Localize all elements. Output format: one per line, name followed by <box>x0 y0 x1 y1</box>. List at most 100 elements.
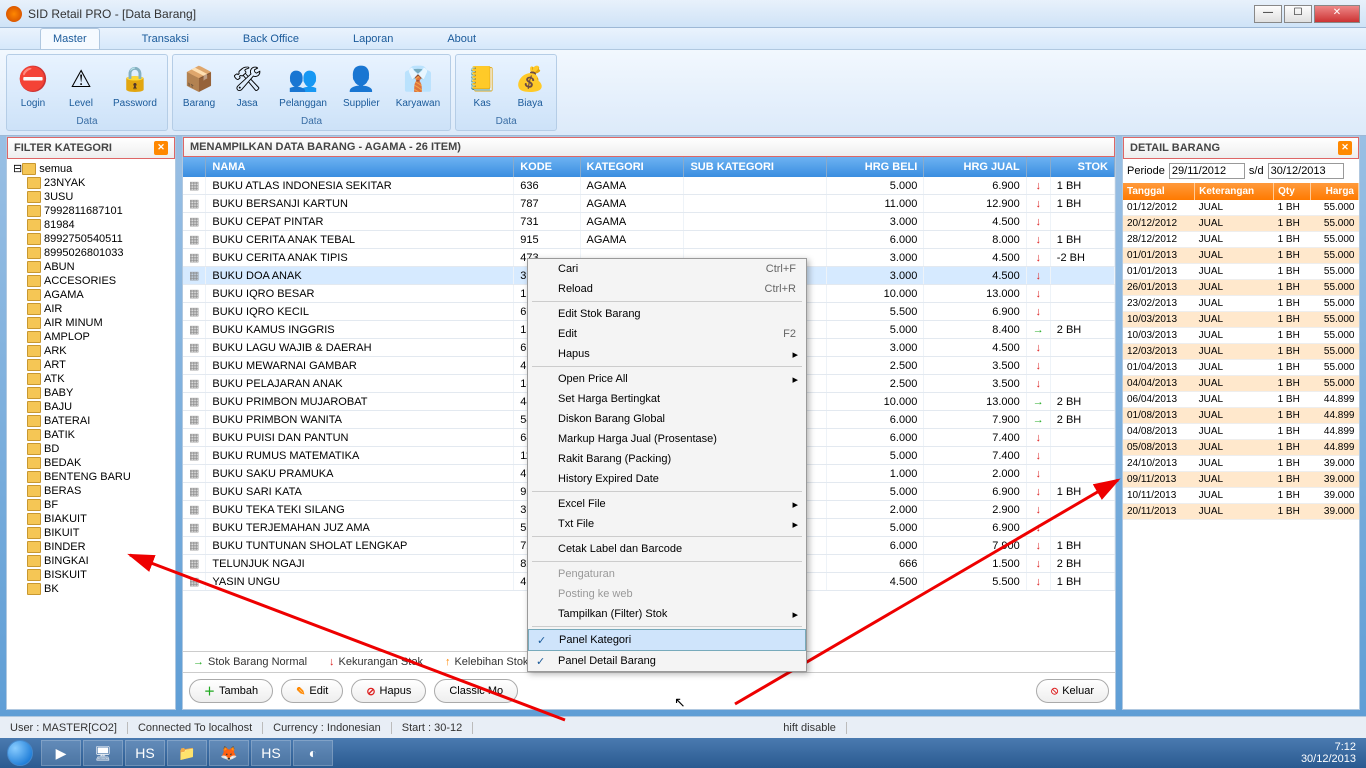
tree-node[interactable]: BISKUIT <box>9 568 173 582</box>
tree-node[interactable]: 81984 <box>9 218 173 232</box>
maximize-button[interactable]: ☐ <box>1284 5 1312 23</box>
ribbon-login-button[interactable]: ⛔Login <box>9 57 57 115</box>
menu-tab-master[interactable]: Master <box>40 28 100 49</box>
ribbon-level-button[interactable]: ⚠Level <box>57 57 105 115</box>
hapus-button[interactable]: ⊘Hapus <box>351 679 426 703</box>
detail-row[interactable]: 01/12/2012JUAL1 BH55.000 <box>1123 200 1359 216</box>
taskbar-app-6[interactable]: HS <box>251 740 291 766</box>
detail-row[interactable]: 12/03/2013JUAL1 BH55.000 <box>1123 344 1359 360</box>
tree-node[interactable]: BIAKUIT <box>9 512 173 526</box>
tree-node[interactable]: BINDER <box>9 540 173 554</box>
ctx-edit-stok-barang[interactable]: Edit Stok Barang <box>528 304 806 324</box>
detail-row[interactable]: 01/01/2013JUAL1 BH55.000 <box>1123 264 1359 280</box>
tree-node[interactable]: ABUN <box>9 260 173 274</box>
detail-grid[interactable]: TanggalKeteranganQtyHarga01/12/2012JUAL1… <box>1123 183 1359 520</box>
table-row[interactable]: ▦BUKU CEPAT PINTAR731AGAMA3.0004.500↓ <box>183 213 1115 231</box>
ctx-panel-detail-barang[interactable]: Panel Detail Barang <box>528 651 806 671</box>
taskbar-app-4[interactable]: 📁 <box>167 740 207 766</box>
tree-node[interactable]: BEDAK <box>9 456 173 470</box>
ctx-tampilkan-filter-stok[interactable]: Tampilkan (Filter) Stok <box>528 604 806 624</box>
ctx-edit[interactable]: EditF2 <box>528 324 806 344</box>
ctx-reload[interactable]: ReloadCtrl+R <box>528 279 806 299</box>
tree-node[interactable]: 7992811687101 <box>9 204 173 218</box>
tree-node[interactable]: ACCESORIES <box>9 274 173 288</box>
ribbon-jasa-button[interactable]: 🛠Jasa <box>223 57 271 115</box>
tree-node[interactable]: AIR MINUM <box>9 316 173 330</box>
tree-node[interactable]: AGAMA <box>9 288 173 302</box>
ctx-cetak-label-dan-barcode[interactable]: Cetak Label dan Barcode <box>528 539 806 559</box>
ribbon-password-button[interactable]: 🔒Password <box>105 57 165 115</box>
tree-node[interactable]: BATERAI <box>9 414 173 428</box>
detail-row[interactable]: 24/10/2013JUAL1 BH39.000 <box>1123 456 1359 472</box>
ribbon-pelanggan-button[interactable]: 👥Pelanggan <box>271 57 335 115</box>
detail-row[interactable]: 23/02/2013JUAL1 BH55.000 <box>1123 296 1359 312</box>
ctx-hapus[interactable]: Hapus <box>528 344 806 364</box>
tree-node[interactable]: BENTENG BARU <box>9 470 173 484</box>
menu-tab-laporan[interactable]: Laporan <box>341 29 405 49</box>
table-row[interactable]: ▦BUKU ATLAS INDONESIA SEKITAR636AGAMA5.0… <box>183 177 1115 195</box>
taskbar-app-7[interactable]: ◐ <box>293 740 333 766</box>
detail-row[interactable]: 10/03/2013JUAL1 BH55.000 <box>1123 328 1359 344</box>
tree-node[interactable]: BABY <box>9 386 173 400</box>
detail-row[interactable]: 10/03/2013JUAL1 BH55.000 <box>1123 312 1359 328</box>
tree-node[interactable]: ATK <box>9 372 173 386</box>
table-row[interactable]: ▦BUKU CERITA ANAK TEBAL915AGAMA6.0008.00… <box>183 231 1115 249</box>
periode-to-input[interactable] <box>1268 163 1344 179</box>
system-tray[interactable]: 7:12 30/12/2013 <box>1291 741 1366 765</box>
ribbon-karyawan-button[interactable]: 👔Karyawan <box>388 57 448 115</box>
taskbar-app-5[interactable]: 🦊 <box>209 740 249 766</box>
filter-close-icon[interactable]: ✕ <box>154 141 168 155</box>
ctx-open-price-all[interactable]: Open Price All <box>528 369 806 389</box>
ctx-excel-file[interactable]: Excel File <box>528 494 806 514</box>
start-button[interactable] <box>0 738 40 768</box>
detail-row[interactable]: 05/08/2013JUAL1 BH44.899 <box>1123 440 1359 456</box>
detail-row[interactable]: 04/08/2013JUAL1 BH44.899 <box>1123 424 1359 440</box>
tree-node[interactable]: 23NYAK <box>9 176 173 190</box>
menu-tab-about[interactable]: About <box>435 29 488 49</box>
detail-grid-container[interactable]: TanggalKeteranganQtyHarga01/12/2012JUAL1… <box>1123 183 1359 709</box>
ctx-panel-kategori[interactable]: Panel Kategori <box>528 629 806 651</box>
table-row[interactable]: ▦BUKU BERSANJI KARTUN787AGAMA11.00012.90… <box>183 195 1115 213</box>
detail-row[interactable]: 04/04/2013JUAL1 BH55.000 <box>1123 376 1359 392</box>
tree-node[interactable]: BD <box>9 442 173 456</box>
ribbon-barang-button[interactable]: 📦Barang <box>175 57 223 115</box>
ctx-cari[interactable]: CariCtrl+F <box>528 259 806 279</box>
periode-from-input[interactable] <box>1169 163 1245 179</box>
keluar-button[interactable]: ⦸Keluar <box>1036 679 1109 703</box>
detail-row[interactable]: 01/08/2013JUAL1 BH44.899 <box>1123 408 1359 424</box>
ctx-diskon-barang-global[interactable]: Diskon Barang Global <box>528 409 806 429</box>
detail-row[interactable]: 06/04/2013JUAL1 BH44.899 <box>1123 392 1359 408</box>
tree-root[interactable]: ⊟ semua <box>9 161 173 176</box>
ctx-rakit-barang-packing-[interactable]: Rakit Barang (Packing) <box>528 449 806 469</box>
tree-node[interactable]: AMPLOP <box>9 330 173 344</box>
close-button[interactable]: ✕ <box>1314 5 1360 23</box>
tree-node[interactable]: BF <box>9 498 173 512</box>
detail-row[interactable]: 01/04/2013JUAL1 BH55.000 <box>1123 360 1359 376</box>
tree-node[interactable]: ART <box>9 358 173 372</box>
tree-node[interactable]: 3USU <box>9 190 173 204</box>
detail-close-icon[interactable]: ✕ <box>1338 141 1352 155</box>
detail-row[interactable]: 09/11/2013JUAL1 BH39.000 <box>1123 472 1359 488</box>
ctx-markup-harga-jual-prosentase-[interactable]: Markup Harga Jual (Prosentase) <box>528 429 806 449</box>
detail-row[interactable]: 28/12/2012JUAL1 BH55.000 <box>1123 232 1359 248</box>
ribbon-kas-button[interactable]: 📒Kas <box>458 57 506 115</box>
ctx-txt-file[interactable]: Txt File <box>528 514 806 534</box>
tree-node[interactable]: BERAS <box>9 484 173 498</box>
menu-tab-transaksi[interactable]: Transaksi <box>130 29 201 49</box>
ctx-history-expired-date[interactable]: History Expired Date <box>528 469 806 489</box>
ctx-set-harga-bertingkat[interactable]: Set Harga Bertingkat <box>528 389 806 409</box>
tree-node[interactable]: BAJU <box>9 400 173 414</box>
tree-node[interactable]: BATIK <box>9 428 173 442</box>
taskbar-app-2[interactable]: 🖥 <box>83 740 123 766</box>
taskbar[interactable]: ▶ 🖥 HS 📁 🦊 HS ◐ 7:12 30/12/2013 <box>0 738 1366 768</box>
tree-node[interactable]: BINGKAI <box>9 554 173 568</box>
context-menu[interactable]: CariCtrl+FReloadCtrl+R Edit Stok BarangEd… <box>527 258 807 672</box>
taskbar-app-3[interactable]: HS <box>125 740 165 766</box>
tree-node[interactable]: ARK <box>9 344 173 358</box>
tree-node[interactable]: AIR <box>9 302 173 316</box>
taskbar-app-1[interactable]: ▶ <box>41 740 81 766</box>
ribbon-supplier-button[interactable]: 👤Supplier <box>335 57 388 115</box>
detail-row[interactable]: 01/01/2013JUAL1 BH55.000 <box>1123 248 1359 264</box>
detail-row[interactable]: 10/11/2013JUAL1 BH39.000 <box>1123 488 1359 504</box>
menu-tab-back office[interactable]: Back Office <box>231 29 311 49</box>
